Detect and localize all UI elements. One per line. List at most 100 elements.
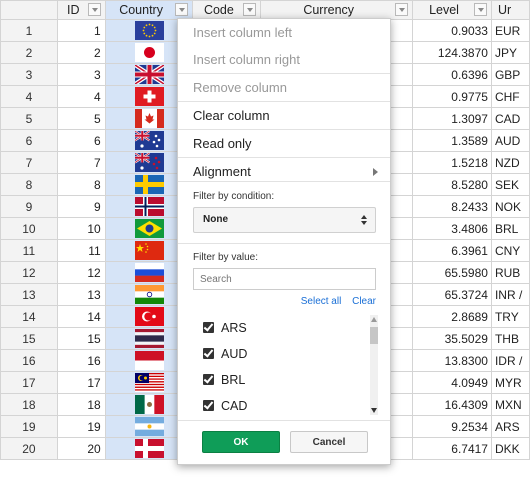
unit-cell[interactable]: GBP (490, 63, 530, 86)
id-cell[interactable]: 5 (56, 107, 106, 130)
id-cell[interactable]: 13 (56, 283, 106, 306)
id-cell[interactable]: 3 (56, 63, 106, 86)
level-cell[interactable]: 6.7417 (412, 437, 492, 460)
level-cell[interactable]: 8.5280 (412, 173, 492, 196)
menu-item-remove-column[interactable]: Remove column (178, 73, 390, 101)
level-cell[interactable]: 0.6396 (412, 63, 492, 86)
id-cell[interactable]: 20 (56, 437, 106, 460)
row-number[interactable]: 10 (0, 217, 58, 240)
unit-cell[interactable]: SEK (490, 173, 530, 196)
filter-search-input[interactable] (193, 268, 376, 290)
country-column-header[interactable]: Country (104, 0, 194, 20)
code-column-header[interactable]: Code (192, 0, 262, 20)
menu-item-insert-right[interactable]: Insert column right (178, 46, 390, 73)
row-number[interactable]: 7 (0, 151, 58, 174)
unit-cell[interactable]: CAD (490, 107, 530, 130)
condition-select[interactable]: None (193, 207, 376, 233)
id-cell[interactable]: 14 (56, 305, 106, 328)
id-cell[interactable]: 1 (56, 19, 106, 42)
id-cell[interactable]: 7 (56, 151, 106, 174)
unit-cell[interactable]: AUD (490, 129, 530, 152)
checkbox-checked-icon[interactable] (203, 400, 214, 411)
level-cell[interactable]: 0.9033 (412, 19, 492, 42)
level-cell[interactable]: 65.3724 (412, 283, 492, 306)
unit-cell[interactable]: IDR / (490, 349, 530, 372)
unit-cell[interactable]: THB (490, 327, 530, 350)
level-cell[interactable]: 13.8300 (412, 349, 492, 372)
row-number[interactable]: 8 (0, 173, 58, 196)
scroll-down-icon[interactable] (371, 408, 377, 413)
level-cell[interactable]: 4.0949 (412, 371, 492, 394)
column-dropdown-icon[interactable] (473, 3, 487, 16)
level-cell[interactable]: 3.4806 (412, 217, 492, 240)
row-number[interactable]: 4 (0, 85, 58, 108)
row-number[interactable]: 18 (0, 393, 58, 416)
unit-cell[interactable]: MYR (490, 371, 530, 394)
row-number[interactable]: 20 (0, 437, 58, 460)
row-number[interactable]: 15 (0, 327, 58, 350)
level-cell[interactable]: 16.4309 (412, 393, 492, 416)
menu-item-insert-left[interactable]: Insert column left (178, 19, 390, 46)
row-number[interactable]: 3 (0, 63, 58, 86)
level-cell[interactable]: 1.5218 (412, 151, 492, 174)
row-number[interactable]: 9 (0, 195, 58, 218)
scrollbar-thumb[interactable] (370, 327, 378, 344)
level-cell[interactable]: 2.8689 (412, 305, 492, 328)
select-all-link[interactable]: Select all (301, 296, 342, 307)
value-item-ars[interactable]: ARS (193, 315, 378, 341)
unit-cell[interactable]: CHF (490, 85, 530, 108)
row-number[interactable]: 12 (0, 261, 58, 284)
ok-button[interactable]: OK (202, 431, 280, 453)
row-number[interactable]: 14 (0, 305, 58, 328)
unit-cell[interactable]: TRY (490, 305, 530, 328)
menu-item-read-only[interactable]: Read only (178, 129, 390, 157)
checkbox-checked-icon[interactable] (203, 322, 214, 333)
unit-cell[interactable]: EUR (490, 19, 530, 42)
unit-cell[interactable]: JPY (490, 41, 530, 64)
value-item-cad[interactable]: CAD (193, 393, 378, 419)
row-number[interactable]: 17 (0, 371, 58, 394)
row-number[interactable]: 6 (0, 129, 58, 152)
level-cell[interactable]: 0.9775 (412, 85, 492, 108)
menu-item-clear-column[interactable]: Clear column (178, 101, 390, 129)
level-cell[interactable]: 124.3870 (412, 41, 492, 64)
row-number[interactable]: 13 (0, 283, 58, 306)
checkbox-checked-icon[interactable] (203, 374, 214, 385)
id-cell[interactable]: 16 (56, 349, 106, 372)
unit-cell[interactable]: INR / (490, 283, 530, 306)
currency-column-header[interactable]: Currency (260, 0, 414, 20)
row-number[interactable]: 1 (0, 19, 58, 42)
scroll-up-icon[interactable] (371, 317, 377, 322)
level-cell[interactable]: 9.2534 (412, 415, 492, 438)
row-number[interactable]: 19 (0, 415, 58, 438)
column-dropdown-icon[interactable] (87, 3, 101, 16)
value-item-aud[interactable]: AUD (193, 341, 378, 367)
row-number[interactable]: 16 (0, 349, 58, 372)
id-cell[interactable]: 2 (56, 41, 106, 64)
value-list-scrollbar[interactable] (370, 315, 378, 415)
unit-cell[interactable]: RUB (490, 261, 530, 284)
unit-cell[interactable]: MXN (490, 393, 530, 416)
id-cell[interactable]: 12 (56, 261, 106, 284)
id-cell[interactable]: 4 (56, 85, 106, 108)
id-column-header[interactable]: ID (56, 0, 106, 20)
level-cell[interactable]: 1.3097 (412, 107, 492, 130)
column-dropdown-icon[interactable] (243, 3, 257, 16)
column-dropdown-icon[interactable] (175, 3, 189, 16)
row-number[interactable]: 2 (0, 41, 58, 64)
id-cell[interactable]: 18 (56, 393, 106, 416)
id-cell[interactable]: 19 (56, 415, 106, 438)
level-cell[interactable]: 35.5029 (412, 327, 492, 350)
clear-link[interactable]: Clear (352, 296, 376, 307)
value-item-brl[interactable]: BRL (193, 367, 378, 393)
level-column-header[interactable]: Level (412, 0, 492, 20)
row-number[interactable]: 5 (0, 107, 58, 130)
unit-cell[interactable]: BRL (490, 217, 530, 240)
unit-cell[interactable]: DKK (490, 437, 530, 460)
column-dropdown-icon[interactable] (395, 3, 409, 16)
cancel-button[interactable]: Cancel (290, 431, 368, 453)
id-cell[interactable]: 6 (56, 129, 106, 152)
level-cell[interactable]: 65.5980 (412, 261, 492, 284)
unit-cell[interactable]: NOK (490, 195, 530, 218)
id-cell[interactable]: 11 (56, 239, 106, 262)
